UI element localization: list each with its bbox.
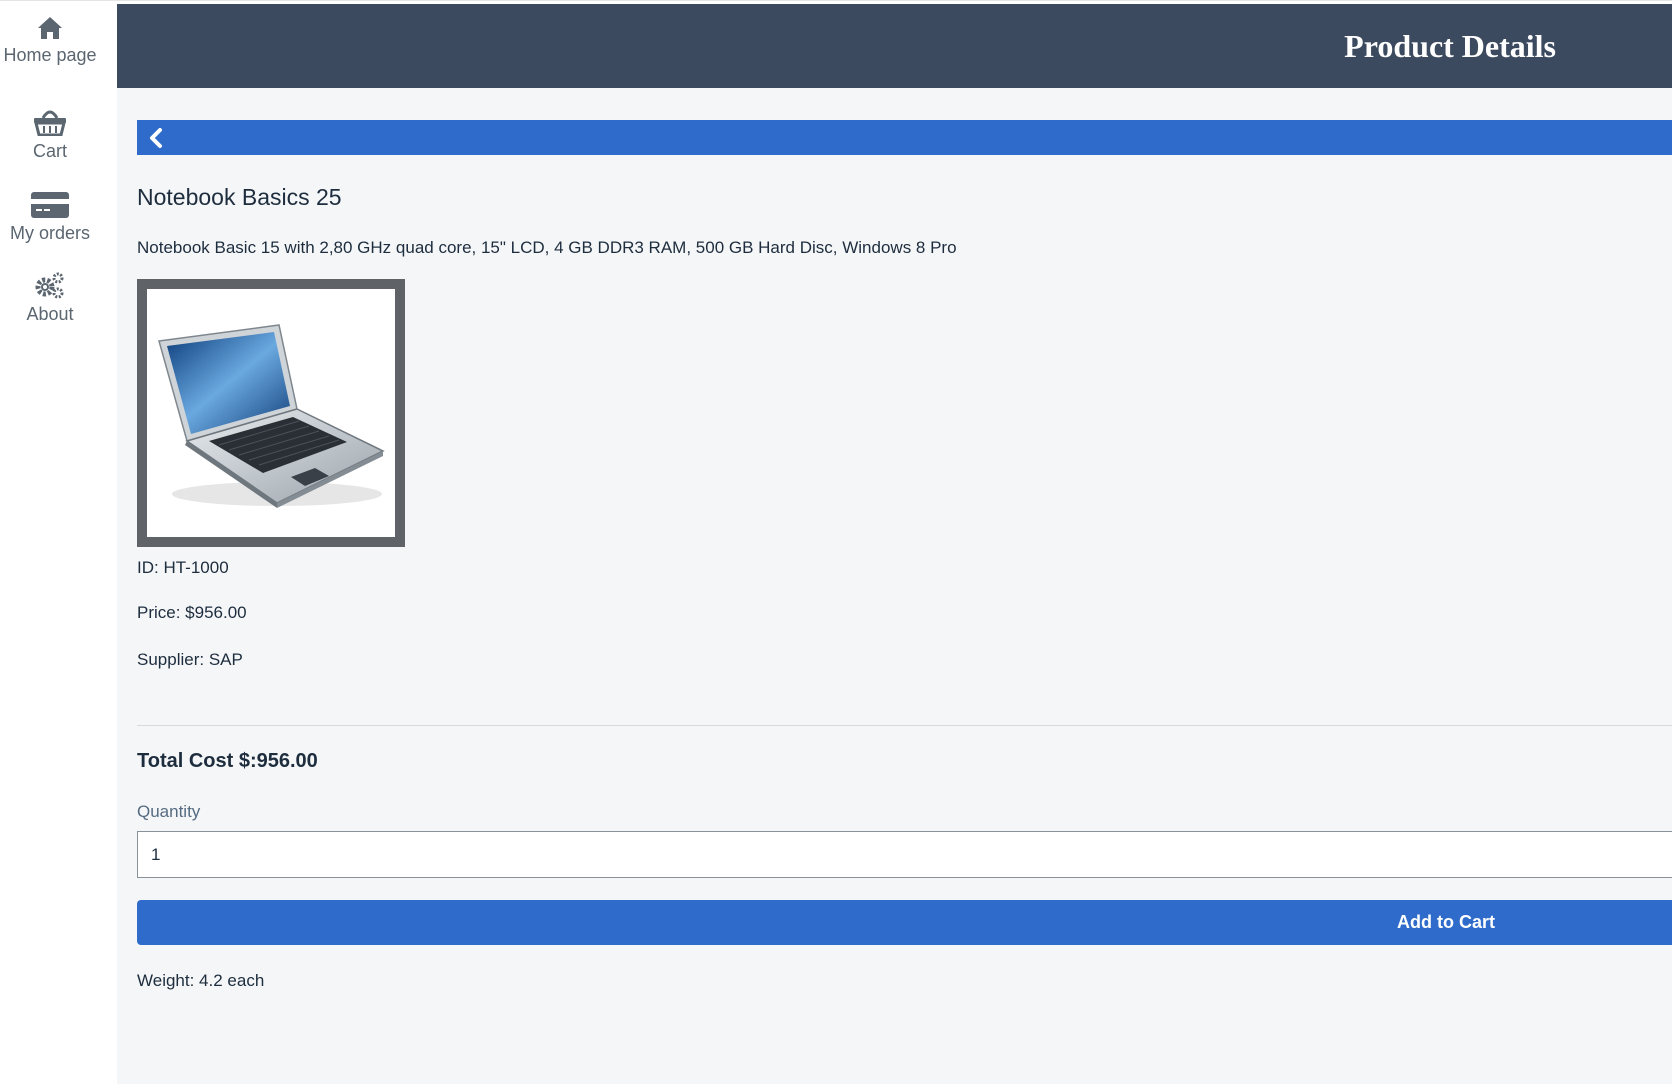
product-supplier: Supplier: SAP [137, 650, 243, 669]
product-description: Notebook Basic 15 with 2,80 GHz quad cor… [137, 238, 957, 257]
sub-navbar [137, 120, 1672, 155]
product-image [137, 279, 405, 547]
total-cost: Total Cost $:956.00 [137, 750, 318, 772]
sidebar-item-cart[interactable]: Cart [0, 108, 100, 162]
chevron-left-icon [150, 128, 162, 148]
product-title: Notebook Basics 25 [137, 184, 342, 210]
sidebar-item-label: Cart [32, 141, 67, 161]
divider [137, 725, 1672, 726]
page-header: Product Details [117, 4, 1672, 88]
basket-icon [34, 110, 66, 136]
product-price: Price: $956.00 [137, 603, 247, 622]
sidebar-item-home[interactable]: Home page [0, 16, 100, 66]
page-title: Product Details [1344, 28, 1556, 64]
home-icon [38, 17, 62, 39]
product-id: ID: HT-1000 [137, 558, 229, 577]
main-content: Product Details Notebook Basics 25 Noteb… [117, 4, 1672, 1084]
gears-icon [35, 272, 64, 299]
credit-card-icon [31, 192, 69, 218]
sidebar-item-label: Home page [3, 45, 97, 65]
sidebar-item-label: About [26, 304, 74, 324]
sidebar-item-label: My orders [9, 223, 90, 243]
sidebar: Home page Cart My orders About [0, 4, 117, 1084]
add-to-cart-button[interactable]: Add to Cart [137, 900, 1672, 945]
back-button[interactable] [145, 124, 169, 152]
laptop-icon [158, 324, 385, 508]
product-weight: Weight: 4.2 each [137, 971, 265, 990]
add-to-cart-label: Add to Cart [1397, 912, 1495, 932]
sidebar-item-about[interactable]: About [0, 271, 100, 325]
quantity-input[interactable] [137, 831, 1672, 878]
quantity-label: Quantity [137, 802, 201, 821]
sidebar-item-my-orders[interactable]: My orders [0, 192, 100, 244]
